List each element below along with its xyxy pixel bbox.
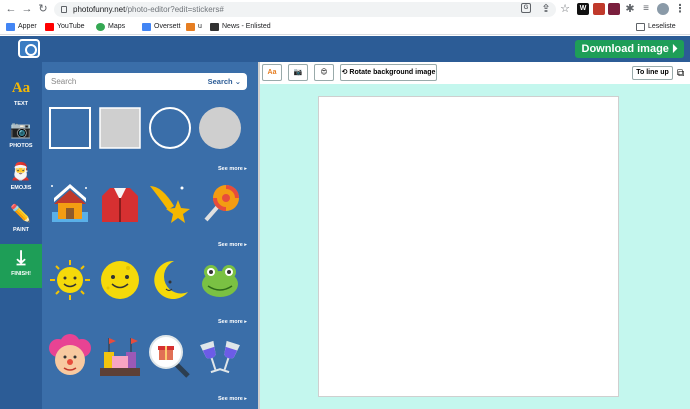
bookmark-maps[interactable]: Maps <box>96 21 125 33</box>
translate-bookmark-icon <box>142 23 151 31</box>
extension-red-icon[interactable] <box>593 3 605 15</box>
nav-item-label: PHOTOS <box>9 143 33 149</box>
photo-tool-icon[interactable]: 📷 <box>288 64 308 81</box>
apps-grid-icon <box>6 23 15 31</box>
bookmark-label: News - Enlisted <box>222 23 271 30</box>
menu-dots-icon[interactable]: ⋮ <box>674 3 686 15</box>
bookmark-label: Apper <box>18 23 37 30</box>
nav-item-text[interactable]: Aa TEXT <box>0 74 42 114</box>
maps-pin-icon <box>96 23 105 31</box>
bookmark-label: YouTube <box>57 23 85 30</box>
bookmark-youtube[interactable]: YouTube <box>45 21 85 33</box>
text-icon: Aa <box>11 80 31 96</box>
see-more-link[interactable]: See more ▸ <box>218 242 247 248</box>
see-more-link[interactable]: See more ▸ <box>218 166 247 172</box>
rotate-background-button[interactable]: ⟲ Rotate background image <box>340 64 437 81</box>
bookmark-label: Maps <box>108 23 126 30</box>
square-filled-sticker[interactable] <box>98 106 142 150</box>
nav-item-emojis[interactable]: 🎅 EMOJIS <box>0 158 42 198</box>
text-tool-icon[interactable]: Aa <box>262 64 282 81</box>
extensions-puzzle-icon[interactable]: ✱ <box>624 3 636 15</box>
reading-list-icon <box>636 23 645 31</box>
url-path: /photo-editor?edit=stickers# <box>125 5 224 14</box>
clown-sticker[interactable] <box>48 334 92 378</box>
extension-maroon-icon[interactable] <box>608 3 620 15</box>
square-outline-sticker[interactable] <box>48 106 92 150</box>
forward-icon[interactable]: → <box>20 2 34 16</box>
u-bookmark-icon <box>186 23 195 31</box>
copy-icon[interactable]: ⧉ <box>677 68 684 79</box>
nav-item-label: EMOJIS <box>10 185 32 191</box>
address-bar[interactable]: photofunny.net/photo-editor?edit=sticker… <box>54 2 556 17</box>
editor-toolbar: Aa 📷 😍 ⟲ Rotate background image To line… <box>260 62 690 84</box>
bookmark-u[interactable]: u <box>186 21 202 33</box>
see-more-link[interactable]: See more ▸ <box>218 319 247 325</box>
nav-item-finish[interactable]: ⤓ FINISH! <box>0 244 42 288</box>
frog-sticker[interactable] <box>198 258 242 302</box>
wine-glasses-toast-sticker[interactable] <box>198 334 242 378</box>
browser-toolbar: ← → ↻ photofunny.net/photo-editor?edit=s… <box>0 0 690 19</box>
left-nav: Aa TEXT 📷 PHOTOS 🎅 EMOJIS ✏️ PAINT ⤓ FIN… <box>0 62 42 409</box>
url-host: photofunny.net <box>73 5 126 14</box>
nav-item-label: FINISH! <box>11 271 31 277</box>
camera-logo-icon[interactable] <box>18 39 40 58</box>
lollipop-sticker[interactable] <box>198 182 242 226</box>
snowy-house-sticker[interactable] <box>48 182 92 226</box>
nav-item-label: PAINT <box>12 227 30 233</box>
nav-item-label: TEXT <box>13 101 29 107</box>
bouncy-castle-sticker[interactable] <box>98 334 142 378</box>
design-canvas[interactable] <box>318 96 619 397</box>
youtube-icon <box>45 23 54 31</box>
crescent-moon-sticker[interactable] <box>148 258 192 302</box>
share-icon[interactable]: ⇪ <box>540 3 552 15</box>
bookmark-news-enlisted[interactable]: News - Enlisted <box>210 21 271 33</box>
bookmark-oversett[interactable]: Oversett <box>142 21 180 33</box>
reload-icon[interactable]: ↻ <box>36 2 50 16</box>
reading-list[interactable]: Leseliste <box>636 21 676 33</box>
bookmarks-bar: Apper YouTube Maps Oversett u News - Enl… <box>0 19 690 35</box>
circle-filled-sticker[interactable] <box>198 106 242 150</box>
sun-sticker[interactable] <box>48 258 92 302</box>
rotate-background-label: Rotate background image <box>349 69 436 76</box>
profile-avatar-icon[interactable] <box>657 3 669 15</box>
emoji-tool-icon[interactable]: 😍 <box>314 64 334 81</box>
see-more-link[interactable]: See more ▸ <box>218 396 247 402</box>
lock-icon <box>61 6 67 13</box>
camera-icon: 📷 <box>10 120 32 139</box>
sticker-panel: Search Search ⌄ See more ▸ See more ▸ Se… <box>42 62 258 409</box>
reading-list-label: Leseliste <box>648 23 676 30</box>
media-icon[interactable]: ≡ <box>640 3 652 15</box>
pencil-icon: ✏️ <box>10 204 32 223</box>
bookmark-label: u <box>198 23 202 30</box>
extension-w-icon[interactable]: W <box>577 3 589 15</box>
bookmark-apper[interactable]: Apper <box>6 21 37 33</box>
shooting-star-sticker[interactable] <box>148 182 192 226</box>
santa-emoji-icon: 🎅 <box>10 162 32 181</box>
circle-outline-sticker[interactable] <box>148 106 192 150</box>
translate-icon[interactable]: G <box>521 3 531 13</box>
nav-item-paint[interactable]: ✏️ PAINT <box>0 200 42 240</box>
smiling-moon-sticker[interactable] <box>98 258 142 302</box>
line-up-button[interactable]: To line up <box>632 66 673 80</box>
gift-magnifier-sticker[interactable] <box>148 334 192 378</box>
search-button[interactable]: Search ⌄ <box>208 73 241 90</box>
download-image-button[interactable]: Download image ⏵ <box>575 40 684 58</box>
enlisted-icon <box>210 23 219 31</box>
star-icon[interactable]: ☆ <box>559 3 571 15</box>
red-jacket-sticker[interactable] <box>98 182 142 226</box>
nav-item-photos[interactable]: 📷 PHOTOS <box>0 116 42 156</box>
search-placeholder: Search <box>51 77 77 86</box>
back-icon[interactable]: ← <box>4 2 18 16</box>
search-input[interactable]: Search Search ⌄ <box>45 73 247 90</box>
bookmark-label: Oversett <box>154 23 181 30</box>
download-icon: ⤓ <box>16 247 26 269</box>
